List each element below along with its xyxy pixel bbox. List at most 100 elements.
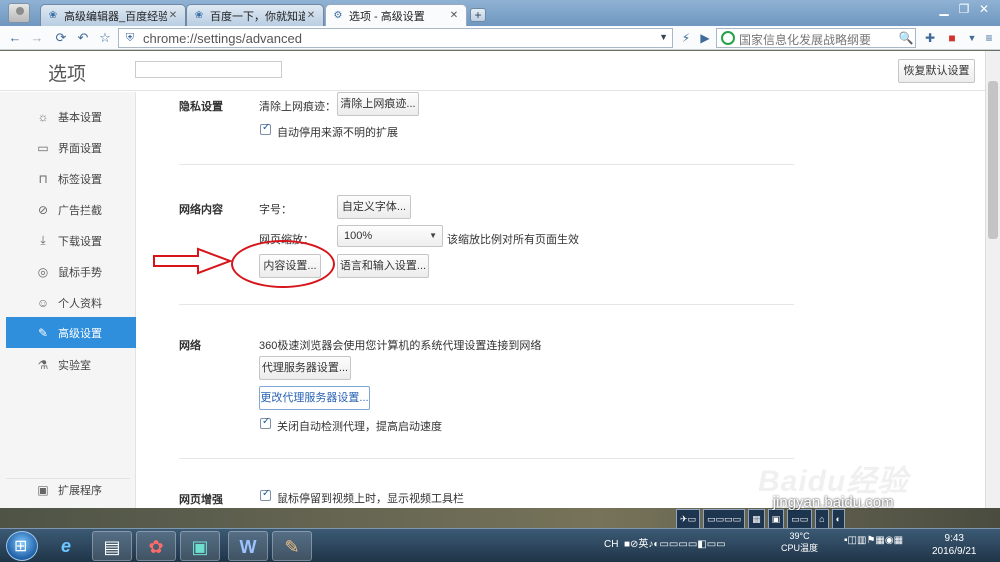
sidebar-item-adblock[interactable]: ⊘ 广告拦截 xyxy=(6,195,136,224)
restore-defaults-button[interactable]: 恢复默认设置 xyxy=(898,59,975,83)
play-icon[interactable]: ▶ xyxy=(696,29,714,47)
divider xyxy=(179,164,794,165)
mouse-icon: ◎ xyxy=(37,264,49,279)
proxy-settings-button[interactable]: 代理服务器设置... xyxy=(259,356,351,380)
toolbar-chip[interactable]: ✈▭ xyxy=(676,509,701,529)
settings-page: 选项 恢复默认设置 ☼ 基本设置 ▭ 界面设置 ⊓ 标签设置 ⊘ 广告拦截 ⤓ … xyxy=(0,51,985,508)
auto-disable-ext-checkbox[interactable] xyxy=(260,122,271,135)
block-icon: ⊘ xyxy=(37,202,49,217)
bookmark-star-icon[interactable]: ☆ xyxy=(96,29,114,47)
explorer-icon[interactable]: ▤ xyxy=(92,531,132,561)
clear-history-button[interactable]: 清除上网痕迹... xyxy=(337,92,419,116)
zoom-select[interactable]: 100% ▼ xyxy=(337,225,443,247)
sidebar-item-tabs[interactable]: ⊓ 标签设置 xyxy=(6,164,136,193)
chevron-down-icon[interactable]: ▼ xyxy=(659,32,668,42)
360-browser-icon[interactable]: ✿ xyxy=(136,531,176,561)
windows-taskbar: e ▤ ✿ ▣ W ✎ CH ■⊘英♪◐▭▭▭▭◧▭▭ 39°C CPU温度 ▪… xyxy=(0,528,1000,562)
auto-detect-proxy-label: 关闭自动检测代理，提高启动速度 xyxy=(277,421,442,433)
tab-settings-advanced[interactable]: ⚙ 选项 - 高级设置 ✕ xyxy=(325,4,467,26)
page-title: 选项 xyxy=(48,64,87,85)
change-proxy-button[interactable]: 更改代理服务器设置... xyxy=(259,386,370,410)
section-title-web-content: 网络内容 xyxy=(179,204,223,216)
forward-icon[interactable]: → xyxy=(28,29,46,47)
tab-baidu-home[interactable]: ❀ 百度一下，你就知道 ✕ xyxy=(186,4,324,26)
custom-font-button[interactable]: 自定义字体... xyxy=(337,195,411,219)
tab-baidu-jingyan-editor[interactable]: ❀ 高级编辑器_百度经验 ✕ xyxy=(40,4,186,26)
sidebar-item-basic[interactable]: ☼ 基本设置 xyxy=(6,102,136,131)
video-toolbar-label: 鼠标停留到视频上时，显示视频工具栏 xyxy=(277,493,464,505)
toolbar-chip[interactable]: ⌂ xyxy=(815,509,829,529)
sidebar-item-download[interactable]: ⤓ 下载设置 xyxy=(6,226,136,255)
section-title-privacy: 隐私设置 xyxy=(179,101,223,113)
new-tab-button[interactable]: + xyxy=(470,8,486,22)
toolbar-chip[interactable]: ▭▭▭▭ xyxy=(703,509,746,529)
wrench-icon: ✎ xyxy=(37,325,49,340)
search-engine-icon xyxy=(721,31,735,45)
tools-dropdown-icon[interactable]: ▼ xyxy=(963,29,981,47)
clock-time: 9:43 xyxy=(944,533,964,544)
user-avatar[interactable] xyxy=(8,3,30,23)
back-icon[interactable]: ← xyxy=(6,29,24,47)
sidebar-item-label: 扩展程序 xyxy=(58,484,102,497)
paint-icon[interactable]: ✎ xyxy=(272,531,312,561)
undo-close-icon[interactable]: ↶ xyxy=(74,29,92,47)
lightning-icon[interactable]: ⚡ xyxy=(677,29,695,47)
menu-tools-icon[interactable]: ■ xyxy=(943,29,961,47)
sidebar-item-extensions[interactable]: ▣ 扩展程序 xyxy=(6,475,136,504)
sidebar-item-label: 广告拦截 xyxy=(58,204,102,217)
search-box[interactable]: 国家信息化发展战略纲要 xyxy=(716,28,916,48)
clock-date: 2016/9/21 xyxy=(932,546,977,557)
tray-icons[interactable]: ■⊘英♪◐▭▭▭▭◧▭▭ xyxy=(621,539,726,550)
close-icon[interactable]: ✕ xyxy=(448,10,460,21)
sidebar-item-label: 基本设置 xyxy=(58,111,102,124)
start-button[interactable] xyxy=(6,531,38,561)
video-toolbar-checkbox[interactable] xyxy=(260,488,271,501)
minimize-icon[interactable]: ▁ xyxy=(934,0,954,18)
reload-icon[interactable]: ⟳ xyxy=(52,29,70,47)
close-icon[interactable]: ✕ xyxy=(167,10,179,21)
sidebar-item-advanced[interactable]: ✎ 高级设置 xyxy=(6,317,136,348)
extension-icon: ▣ xyxy=(37,482,49,497)
tab-label: 高级编辑器_百度经验 xyxy=(64,10,167,23)
word-icon[interactable]: W xyxy=(228,531,268,561)
close-window-icon[interactable]: ✕ xyxy=(974,0,994,18)
sidebar-item-profile[interactable]: ☺ 个人资料 xyxy=(6,288,136,317)
search-icon[interactable]: 🔍 xyxy=(897,29,915,47)
maximize-icon[interactable]: ❐ xyxy=(954,0,974,18)
sidebar-item-label: 个人资料 xyxy=(58,297,102,310)
baidu-watermark: Baidu经验 jingyan.baidu.com xyxy=(758,456,908,511)
sidebar-item-lab[interactable]: ⚗ 实验室 xyxy=(6,350,136,379)
zoom-note: 该缩放比例对所有页面生效 xyxy=(447,234,579,246)
toolbar-chip[interactable]: ▦ xyxy=(748,509,765,529)
divider xyxy=(179,458,794,459)
toolbar-chip[interactable]: ▣ xyxy=(767,509,785,529)
add-extension-icon[interactable]: ✚ xyxy=(921,29,939,47)
section-title-network: 网络 xyxy=(179,340,201,352)
app-icon[interactable]: ▣ xyxy=(180,531,220,561)
close-icon[interactable]: ✕ xyxy=(305,10,317,21)
tray-status-icons[interactable]: ▪◫▥⚑▦◉▦ xyxy=(844,535,903,546)
cpu-temp-label: CPU温度 xyxy=(781,543,819,553)
browser-toolbar: ← → ⟳ ↶ ☆ ⛨ chrome://settings/advanced ▼… xyxy=(0,26,1000,50)
chevron-down-icon: ▼ xyxy=(429,231,437,240)
toolbar-chip[interactable]: ◐ xyxy=(831,509,845,529)
language-input-button[interactable]: 语言和输入设置... xyxy=(337,254,429,278)
page-scrollbar[interactable] xyxy=(985,51,1000,508)
scrollbar-thumb[interactable] xyxy=(988,81,998,239)
gear-icon: ☼ xyxy=(37,109,49,124)
url-text[interactable]: chrome://settings/advanced xyxy=(143,31,302,46)
toolbar-chip[interactable]: ▭▭ xyxy=(787,509,813,529)
clock[interactable]: 9:43 2016/9/21 xyxy=(932,532,977,558)
address-bar[interactable]: ⛨ chrome://settings/advanced ▼ xyxy=(118,28,673,48)
auto-disable-ext-label: 自动停用来源不明的扩展 xyxy=(277,127,398,139)
sidebar-item-interface[interactable]: ▭ 界面设置 xyxy=(6,133,136,162)
sidebar-item-label: 界面设置 xyxy=(58,142,102,155)
auto-detect-proxy-checkbox[interactable] xyxy=(260,416,271,429)
search-input[interactable]: 国家信息化发展战略纲要 xyxy=(739,31,871,48)
settings-search-input[interactable] xyxy=(135,61,282,78)
ie-icon[interactable]: e xyxy=(46,531,86,561)
tab-strip: ❀ 高级编辑器_百度经验 ✕ ❀ 百度一下，你就知道 ✕ ⚙ 选项 - 高级设置… xyxy=(0,0,1000,26)
sidebar-item-mouse-gesture[interactable]: ◎ 鼠标手势 xyxy=(6,257,136,286)
language-indicator[interactable]: CH xyxy=(604,539,618,550)
menu-icon[interactable]: ≡ xyxy=(980,29,998,47)
